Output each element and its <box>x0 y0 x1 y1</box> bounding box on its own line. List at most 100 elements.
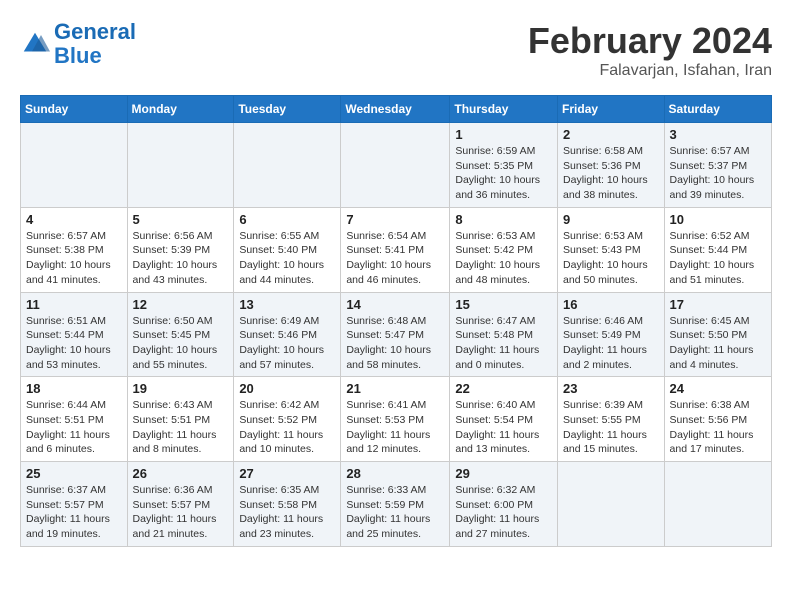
table-row: 26 Sunrise: 6:36 AM Sunset: 5:57 PM Dayl… <box>127 462 234 547</box>
daylight-label: Daylight: 11 hours and 21 minutes. <box>133 513 217 540</box>
logo: General Blue <box>20 20 136 68</box>
day-info: Sunrise: 6:37 AM Sunset: 5:57 PM Dayligh… <box>26 483 122 542</box>
daylight-label: Daylight: 10 hours and 55 minutes. <box>133 344 218 371</box>
sunrise-label: Sunrise: 6:39 AM <box>563 399 643 411</box>
sunset-label: Sunset: 5:51 PM <box>133 414 211 426</box>
sunrise-label: Sunrise: 6:57 AM <box>26 230 106 242</box>
sunrise-label: Sunrise: 6:32 AM <box>455 484 535 496</box>
daylight-label: Daylight: 11 hours and 4 minutes. <box>670 344 754 371</box>
sunset-label: Sunset: 5:59 PM <box>346 499 424 511</box>
sunset-label: Sunset: 5:42 PM <box>455 244 533 256</box>
daylight-label: Daylight: 11 hours and 13 minutes. <box>455 429 539 456</box>
table-row: 8 Sunrise: 6:53 AM Sunset: 5:42 PM Dayli… <box>450 207 558 292</box>
day-number: 4 <box>26 212 122 227</box>
day-info: Sunrise: 6:54 AM Sunset: 5:41 PM Dayligh… <box>346 229 444 288</box>
daylight-label: Daylight: 11 hours and 12 minutes. <box>346 429 430 456</box>
sunrise-label: Sunrise: 6:51 AM <box>26 315 106 327</box>
sunset-label: Sunset: 5:37 PM <box>670 160 748 172</box>
col-tuesday: Tuesday <box>234 96 341 123</box>
day-info: Sunrise: 6:55 AM Sunset: 5:40 PM Dayligh… <box>239 229 335 288</box>
table-row <box>558 462 665 547</box>
sunset-label: Sunset: 5:43 PM <box>563 244 641 256</box>
day-info: Sunrise: 6:42 AM Sunset: 5:52 PM Dayligh… <box>239 398 335 457</box>
sunrise-label: Sunrise: 6:52 AM <box>670 230 750 242</box>
day-info: Sunrise: 6:32 AM Sunset: 6:00 PM Dayligh… <box>455 483 552 542</box>
day-number: 9 <box>563 212 659 227</box>
table-row: 1 Sunrise: 6:59 AM Sunset: 5:35 PM Dayli… <box>450 123 558 208</box>
day-info: Sunrise: 6:58 AM Sunset: 5:36 PM Dayligh… <box>563 144 659 203</box>
calendar-week-row: 11 Sunrise: 6:51 AM Sunset: 5:44 PM Dayl… <box>21 292 772 377</box>
day-number: 11 <box>26 297 122 312</box>
calendar-table: Sunday Monday Tuesday Wednesday Thursday… <box>20 95 772 547</box>
day-info: Sunrise: 6:38 AM Sunset: 5:56 PM Dayligh… <box>670 398 766 457</box>
table-row: 22 Sunrise: 6:40 AM Sunset: 5:54 PM Dayl… <box>450 377 558 462</box>
day-info: Sunrise: 6:33 AM Sunset: 5:59 PM Dayligh… <box>346 483 444 542</box>
sunset-label: Sunset: 5:53 PM <box>346 414 424 426</box>
day-info: Sunrise: 6:49 AM Sunset: 5:46 PM Dayligh… <box>239 314 335 373</box>
calendar-week-row: 4 Sunrise: 6:57 AM Sunset: 5:38 PM Dayli… <box>21 207 772 292</box>
day-info: Sunrise: 6:50 AM Sunset: 5:45 PM Dayligh… <box>133 314 229 373</box>
sunrise-label: Sunrise: 6:35 AM <box>239 484 319 496</box>
daylight-label: Daylight: 11 hours and 2 minutes. <box>563 344 647 371</box>
sunset-label: Sunset: 6:00 PM <box>455 499 533 511</box>
daylight-label: Daylight: 10 hours and 58 minutes. <box>346 344 431 371</box>
sunset-label: Sunset: 5:35 PM <box>455 160 533 172</box>
day-number: 16 <box>563 297 659 312</box>
sunrise-label: Sunrise: 6:59 AM <box>455 145 535 157</box>
sunrise-label: Sunrise: 6:36 AM <box>133 484 213 496</box>
daylight-label: Daylight: 10 hours and 46 minutes. <box>346 259 431 286</box>
day-number: 27 <box>239 466 335 481</box>
table-row: 15 Sunrise: 6:47 AM Sunset: 5:48 PM Dayl… <box>450 292 558 377</box>
daylight-label: Daylight: 10 hours and 50 minutes. <box>563 259 648 286</box>
table-row: 12 Sunrise: 6:50 AM Sunset: 5:45 PM Dayl… <box>127 292 234 377</box>
sunrise-label: Sunrise: 6:44 AM <box>26 399 106 411</box>
sunrise-label: Sunrise: 6:58 AM <box>563 145 643 157</box>
location: Falavarjan, Isfahan, Iran <box>528 62 772 80</box>
sunrise-label: Sunrise: 6:47 AM <box>455 315 535 327</box>
day-info: Sunrise: 6:47 AM Sunset: 5:48 PM Dayligh… <box>455 314 552 373</box>
daylight-label: Daylight: 11 hours and 25 minutes. <box>346 513 430 540</box>
sunset-label: Sunset: 5:46 PM <box>239 329 317 341</box>
daylight-label: Daylight: 11 hours and 17 minutes. <box>670 429 754 456</box>
day-number: 23 <box>563 381 659 396</box>
sunset-label: Sunset: 5:47 PM <box>346 329 424 341</box>
day-number: 2 <box>563 127 659 142</box>
table-row: 2 Sunrise: 6:58 AM Sunset: 5:36 PM Dayli… <box>558 123 665 208</box>
month-title: February 2024 <box>528 20 772 62</box>
sunset-label: Sunset: 5:48 PM <box>455 329 533 341</box>
col-monday: Monday <box>127 96 234 123</box>
day-info: Sunrise: 6:45 AM Sunset: 5:50 PM Dayligh… <box>670 314 766 373</box>
table-row: 17 Sunrise: 6:45 AM Sunset: 5:50 PM Dayl… <box>664 292 771 377</box>
day-info: Sunrise: 6:56 AM Sunset: 5:39 PM Dayligh… <box>133 229 229 288</box>
sunrise-label: Sunrise: 6:56 AM <box>133 230 213 242</box>
day-number: 10 <box>670 212 766 227</box>
sunrise-label: Sunrise: 6:46 AM <box>563 315 643 327</box>
sunset-label: Sunset: 5:52 PM <box>239 414 317 426</box>
day-number: 22 <box>455 381 552 396</box>
table-row: 24 Sunrise: 6:38 AM Sunset: 5:56 PM Dayl… <box>664 377 771 462</box>
sunrise-label: Sunrise: 6:38 AM <box>670 399 750 411</box>
sunrise-label: Sunrise: 6:33 AM <box>346 484 426 496</box>
sunset-label: Sunset: 5:44 PM <box>670 244 748 256</box>
daylight-label: Daylight: 10 hours and 38 minutes. <box>563 174 648 201</box>
sunset-label: Sunset: 5:56 PM <box>670 414 748 426</box>
day-info: Sunrise: 6:46 AM Sunset: 5:49 PM Dayligh… <box>563 314 659 373</box>
logo-general: General <box>54 19 136 44</box>
table-row: 10 Sunrise: 6:52 AM Sunset: 5:44 PM Dayl… <box>664 207 771 292</box>
table-row: 9 Sunrise: 6:53 AM Sunset: 5:43 PM Dayli… <box>558 207 665 292</box>
daylight-label: Daylight: 10 hours and 57 minutes. <box>239 344 324 371</box>
day-info: Sunrise: 6:57 AM Sunset: 5:37 PM Dayligh… <box>670 144 766 203</box>
table-row <box>664 462 771 547</box>
day-info: Sunrise: 6:52 AM Sunset: 5:44 PM Dayligh… <box>670 229 766 288</box>
table-row: 29 Sunrise: 6:32 AM Sunset: 6:00 PM Dayl… <box>450 462 558 547</box>
daylight-label: Daylight: 11 hours and 23 minutes. <box>239 513 323 540</box>
day-number: 17 <box>670 297 766 312</box>
day-number: 5 <box>133 212 229 227</box>
sunset-label: Sunset: 5:55 PM <box>563 414 641 426</box>
calendar-week-row: 25 Sunrise: 6:37 AM Sunset: 5:57 PM Dayl… <box>21 462 772 547</box>
sunset-label: Sunset: 5:45 PM <box>133 329 211 341</box>
sunrise-label: Sunrise: 6:37 AM <box>26 484 106 496</box>
day-info: Sunrise: 6:44 AM Sunset: 5:51 PM Dayligh… <box>26 398 122 457</box>
day-info: Sunrise: 6:43 AM Sunset: 5:51 PM Dayligh… <box>133 398 229 457</box>
day-info: Sunrise: 6:59 AM Sunset: 5:35 PM Dayligh… <box>455 144 552 203</box>
